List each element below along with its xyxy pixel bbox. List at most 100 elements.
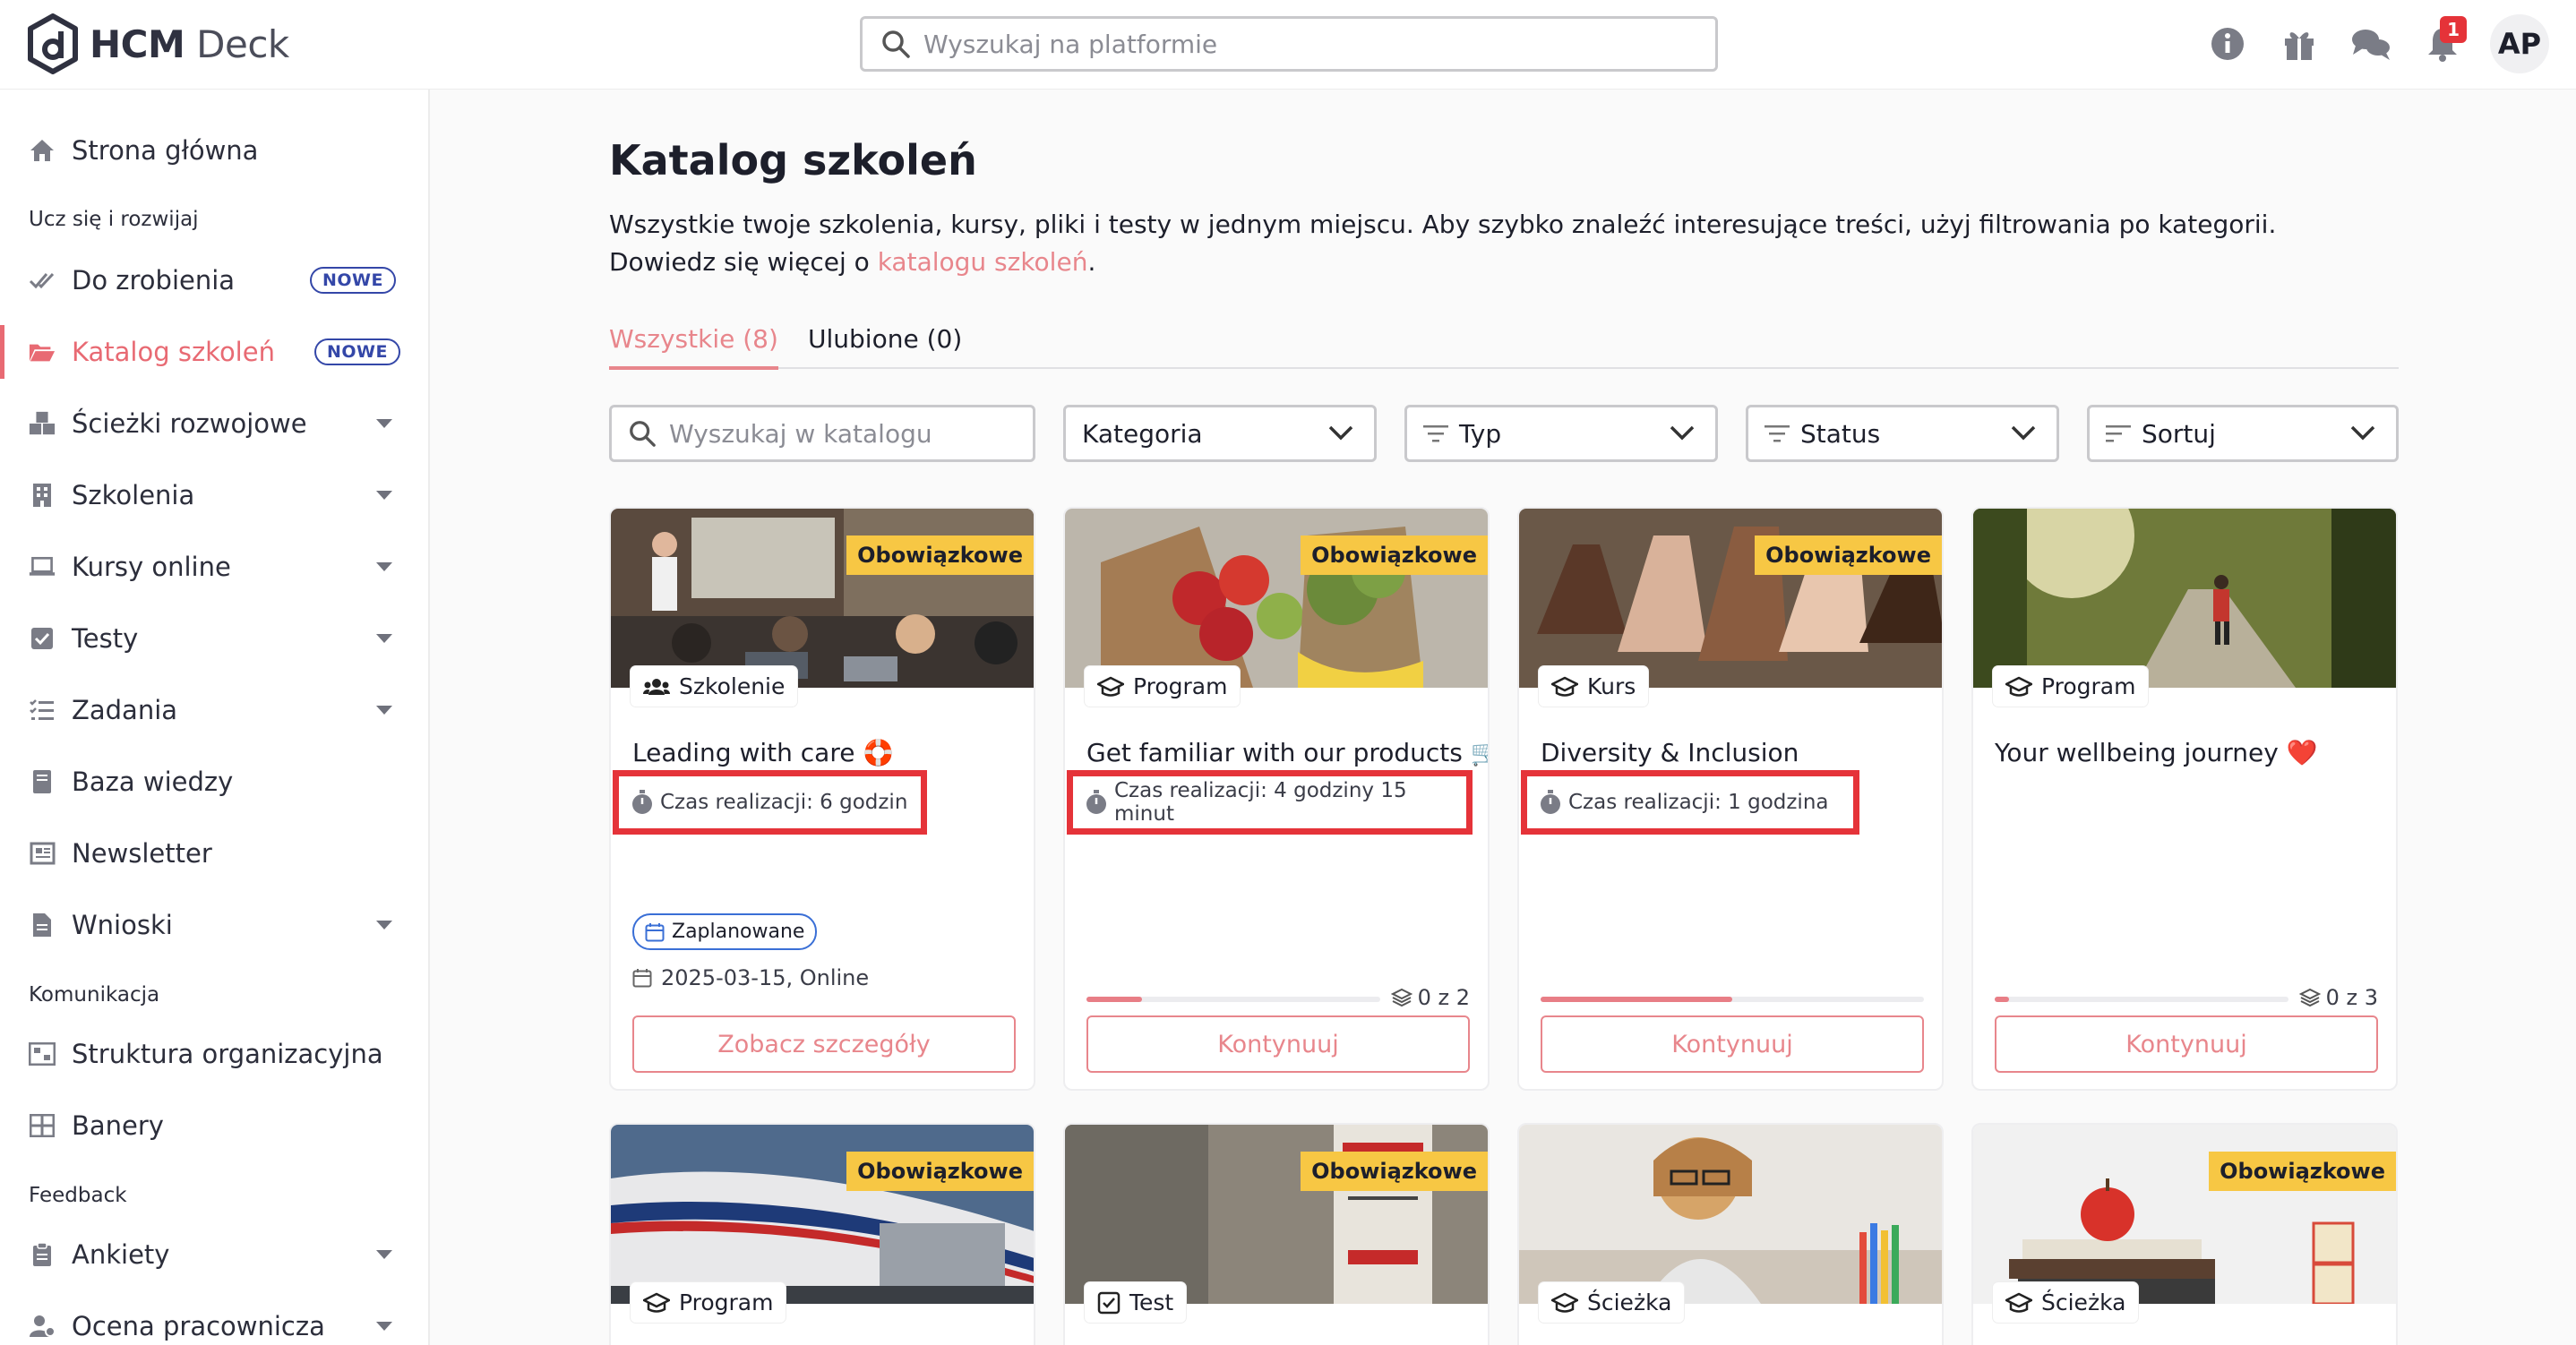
gift-button[interactable] — [2275, 14, 2323, 73]
card-date-text: 2025-03-15, Online — [661, 965, 870, 990]
chevron-down-icon[interactable] — [376, 419, 392, 428]
main-content: Katalog szkoleń Wszystkie twoje szkoleni… — [430, 90, 2576, 1345]
layers-icon — [1390, 988, 1413, 1007]
card-duration-text: Czas realizacji: 6 godzin — [660, 791, 908, 814]
info-button[interactable] — [2203, 14, 2252, 73]
sort-select[interactable]: Sortuj — [2087, 405, 2399, 462]
filter-icon — [1423, 425, 1448, 442]
chevron-down-icon[interactable] — [376, 491, 392, 500]
card-title[interactable]: Diversity & Inclusion — [1541, 738, 1799, 767]
sidebar-item-todo[interactable]: Do zrobienia NOWE — [0, 253, 428, 307]
card-date: 2025-03-15, Online — [632, 965, 869, 990]
logo[interactable]: HCM Deck — [27, 13, 289, 75]
card-title[interactable]: Your wellbeing journey ❤️ — [1995, 738, 2318, 767]
info-icon — [2211, 28, 2244, 60]
calendar-icon — [632, 968, 652, 988]
chevron-down-icon[interactable] — [376, 1250, 392, 1259]
sidebar-item-tasks[interactable]: Zadania — [0, 683, 428, 737]
card-duration: Czas realizacji: 6 godzin — [613, 770, 927, 835]
sidebar-item-label: Ocena pracownicza — [72, 1311, 325, 1341]
notifications-button[interactable]: 1 — [2418, 14, 2467, 73]
chevron-down-icon[interactable] — [376, 562, 392, 571]
card-type-label: Ścieżka — [2041, 1289, 2126, 1315]
graduation-cap-icon — [2005, 676, 2032, 698]
sidebar-item-catalog[interactable]: Katalog szkoleń NOWE — [0, 325, 428, 379]
chevron-down-icon[interactable] — [376, 921, 392, 930]
type-select[interactable]: Typ — [1404, 405, 1718, 462]
sidebar-item-online-courses[interactable]: Kursy online — [0, 540, 428, 594]
sidebar-item-banners[interactable]: Banery — [0, 1099, 428, 1152]
card-type-label: Program — [2041, 673, 2136, 699]
graduation-cap-icon — [643, 1292, 670, 1314]
sidebar-section-learn: Ucz się i rozwijaj — [29, 208, 199, 231]
status-select[interactable]: Status — [1746, 405, 2059, 462]
catalog-help-link[interactable]: katalogu szkoleń — [878, 247, 1088, 277]
card-image — [1973, 509, 2396, 688]
card-type-chip: Ścieżka — [1539, 1282, 1685, 1323]
double-check-icon — [29, 267, 56, 294]
progress-count-text: 0 z 3 — [2325, 985, 2378, 1010]
card-type-chip: Program — [1085, 666, 1241, 707]
sidebar-item-paths[interactable]: Ścieżki rozwojowe — [0, 397, 428, 450]
card-title[interactable]: Leading with care 🛟 — [632, 738, 894, 767]
mandatory-badge: Obowiązkowe — [1301, 1152, 1488, 1191]
sidebar-item-label: Ankiety — [72, 1239, 170, 1270]
catalog-card[interactable]: Ścieżka — [1517, 1123, 1944, 1345]
org-chart-icon — [29, 1041, 56, 1067]
chat-button[interactable] — [2347, 14, 2395, 73]
sidebar-item-evaluation[interactable]: Ocena pracownicza — [0, 1299, 428, 1345]
catalog-card[interactable]: Obowiązkowe Test — [1063, 1123, 1490, 1345]
catalog-card[interactable]: Obowiązkowe Szkolenie Leading with care … — [609, 507, 1035, 1091]
chevron-down-icon[interactable] — [376, 634, 392, 643]
graduation-cap-icon — [1551, 676, 1578, 698]
catalog-card[interactable]: Obowiązkowe Program Get familiar with ou… — [1063, 507, 1490, 1091]
catalog-card[interactable]: Obowiązkowe Program — [609, 1123, 1035, 1345]
card-duration: Czas realizacji: 1 godzina — [1521, 770, 1859, 835]
chevron-down-icon[interactable] — [376, 706, 392, 715]
continue-button[interactable]: Kontynuuj — [1086, 1015, 1470, 1073]
avatar[interactable]: AP — [2490, 14, 2549, 73]
sidebar-item-tests[interactable]: Testy — [0, 612, 428, 665]
progress-bar: 0 z 3 — [1995, 985, 2378, 1012]
global-search-input[interactable]: Wyszukaj na platformie — [860, 16, 1718, 72]
catalog-card[interactable]: Program Your wellbeing journey ❤️ 0 z 3 … — [1971, 507, 2398, 1091]
view-details-button[interactable]: Zobacz szczegóły — [632, 1015, 1016, 1073]
category-select-label: Kategoria — [1082, 418, 1203, 449]
card-type-chip: Test — [1085, 1282, 1187, 1323]
catalog-search-input[interactable]: Wyszukaj w katalogu — [609, 405, 1035, 462]
tab-favorites[interactable]: Ulubione (0) — [808, 324, 962, 354]
progress-count: 0 z 3 — [2298, 985, 2378, 1010]
progress-bar: 0 z 2 — [1086, 985, 1470, 1012]
document-icon — [29, 912, 56, 938]
sidebar-item-requests[interactable]: Wnioski — [0, 898, 428, 952]
folder-open-icon — [29, 338, 56, 365]
sidebar-item-trainings[interactable]: Szkolenia — [0, 468, 428, 522]
task-list-icon — [29, 697, 56, 724]
header-actions: 1 AP — [2203, 14, 2549, 73]
catalog-card[interactable]: Obowiązkowe Ścieżka — [1971, 1123, 2398, 1345]
category-select[interactable]: Kategoria — [1063, 405, 1377, 462]
chevron-down-icon[interactable] — [376, 1322, 392, 1331]
card-type-chip: Szkolenie — [631, 666, 798, 707]
mandatory-badge: Obowiązkowe — [846, 1152, 1034, 1191]
stopwatch-icon — [631, 790, 653, 815]
sidebar-item-newsletter[interactable]: Newsletter — [0, 827, 428, 880]
layers-icon — [2298, 988, 2321, 1007]
sidebar-item-knowledge-base[interactable]: Baza wiedzy — [0, 755, 428, 809]
sidebar-item-org-structure[interactable]: Struktura organizacyjna — [0, 1027, 428, 1081]
continue-button[interactable]: Kontynuuj — [1995, 1015, 2378, 1073]
sidebar-item-home[interactable]: Strona główna — [0, 124, 428, 177]
global-search-placeholder: Wyszukaj na platformie — [923, 29, 1218, 59]
page-description: Wszystkie twoje szkolenia, kursy, pliki … — [609, 210, 2277, 277]
card-title[interactable]: Get familiar with our products 🛒 — [1086, 738, 1488, 767]
catalog-card[interactable]: Obowiązkowe Kurs Diversity & Inclusion C… — [1517, 507, 1944, 1091]
sidebar-item-surveys[interactable]: Ankiety — [0, 1228, 428, 1281]
catalog-tabs: Wszystkie (8) Ulubione (0) — [609, 313, 2399, 370]
continue-button[interactable]: Kontynuuj — [1541, 1015, 1924, 1073]
card-type-label: Program — [679, 1289, 774, 1315]
card-type-chip: Program — [631, 1282, 786, 1323]
new-badge: NOWE — [310, 267, 396, 294]
catalog-search-placeholder: Wyszukaj w katalogu — [669, 418, 932, 449]
chevron-down-icon — [2350, 425, 2375, 441]
tab-all[interactable]: Wszystkie (8) — [609, 324, 778, 370]
